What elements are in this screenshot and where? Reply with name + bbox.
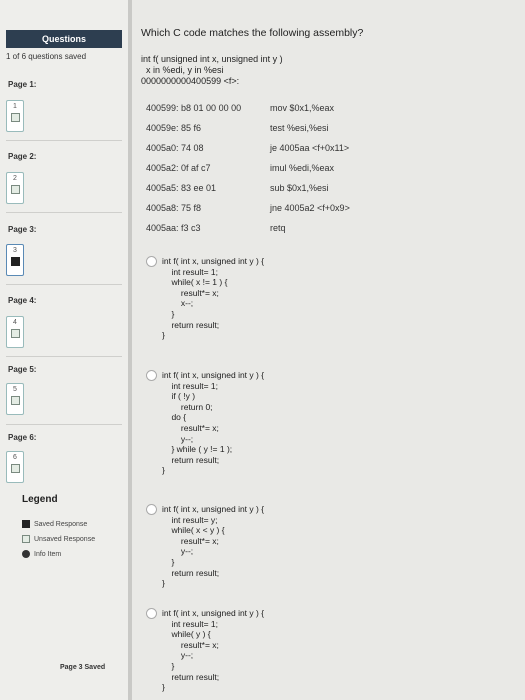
option-code: int f( int x, unsigned int y ) { int res… [162,504,265,589]
legend-saved: Saved Response [22,520,87,528]
radio-button[interactable] [146,256,157,267]
divider [6,212,122,213]
prototype-line: 0000000000400599 <f>: [141,76,240,86]
legend-unsaved-label: Unsaved Response [34,535,96,543]
page-label-3: Page 3: [8,225,37,234]
function-prototype: int f( unsigned int x, unsigned int y ) … [141,54,283,87]
page-tile-5[interactable]: 5 [6,383,24,415]
questions-header: Questions [6,30,122,48]
unsaved-response-icon [22,535,30,543]
asm-instruction: retq [270,223,286,233]
saved-count: 1 of 6 questions saved [6,52,87,61]
saved-response-icon [10,257,20,266]
page-label-1: Page 1: [8,80,37,89]
unsaved-response-icon [10,396,20,405]
asm-instruction: mov $0x1,%eax [270,103,335,113]
asm-address: 4005a8: 75 f8 [146,203,202,213]
page-number: 1 [13,103,17,110]
question-title: Which C code matches the following assem… [141,27,364,39]
asm-address: 4005aa: f3 c3 [146,223,201,233]
divider [6,356,122,357]
question-sidebar: Questions 1 of 6 questions saved Page 1:… [0,0,128,700]
prototype-line: x in %edi, y in %esi [141,65,224,75]
asm-instruction: imul %edi,%eax [270,163,335,173]
asm-instruction: je 4005aa <f+0x11> [270,143,350,153]
saved-response-icon [22,520,30,528]
legend-unsaved: Unsaved Response [22,535,95,543]
divider [6,424,122,425]
page-tile-6[interactable]: 6 [6,451,24,483]
page-saved-status: Page 3 Saved [60,664,106,671]
legend-info: Info Item [22,550,61,558]
unsaved-response-icon [10,113,20,122]
asm-address: 4005a5: 83 ee 01 [146,183,217,193]
option-code: int f( int x, unsigned int y ) { int res… [162,370,265,476]
page-number: 6 [13,454,17,461]
info-icon [22,550,30,558]
page-tile-4[interactable]: 4 [6,316,24,348]
page-tile-1[interactable]: 1 [6,100,24,132]
page-number: 5 [13,386,17,393]
option-code: int f( int x, unsigned int y ) { int res… [162,256,265,341]
unsaved-response-icon [10,185,20,194]
asm-instruction: jne 4005a2 <f+0x9> [270,203,350,213]
radio-button[interactable] [146,608,157,619]
legend-title: Legend [22,494,58,505]
page-label-4: Page 4: [8,296,37,305]
page-number: 3 [13,247,17,254]
divider [6,140,122,141]
asm-instruction: test %esi,%esi [270,123,329,133]
asm-address: 4005a0: 74 08 [146,143,204,153]
radio-button[interactable] [146,370,157,381]
page-label-6: Page 6: [8,433,37,442]
asm-address: 40059e: 85 f6 [146,123,202,133]
prototype-line: int f( unsigned int x, unsigned int y ) [141,54,283,64]
page-label-2: Page 2: [8,152,37,161]
unsaved-response-icon [10,464,20,473]
asm-address: 400599: b8 01 00 00 00 [146,103,242,113]
legend-saved-label: Saved Response [34,520,88,528]
legend-info-label: Info Item [34,550,62,558]
page-number: 2 [13,175,17,182]
asm-address: 4005a2: 0f af c7 [146,163,211,173]
page-number: 4 [13,319,17,326]
option-code: int f( int x, unsigned int y ) { int res… [162,608,265,693]
page-tile-2[interactable]: 2 [6,172,24,204]
question-panel: Which C code matches the following assem… [132,0,525,700]
page-tile-3[interactable]: 3 [6,244,24,276]
asm-instruction: sub $0x1,%esi [270,183,329,193]
unsaved-response-icon [10,329,20,338]
radio-button[interactable] [146,504,157,515]
page-label-5: Page 5: [8,365,37,374]
divider [6,284,122,285]
